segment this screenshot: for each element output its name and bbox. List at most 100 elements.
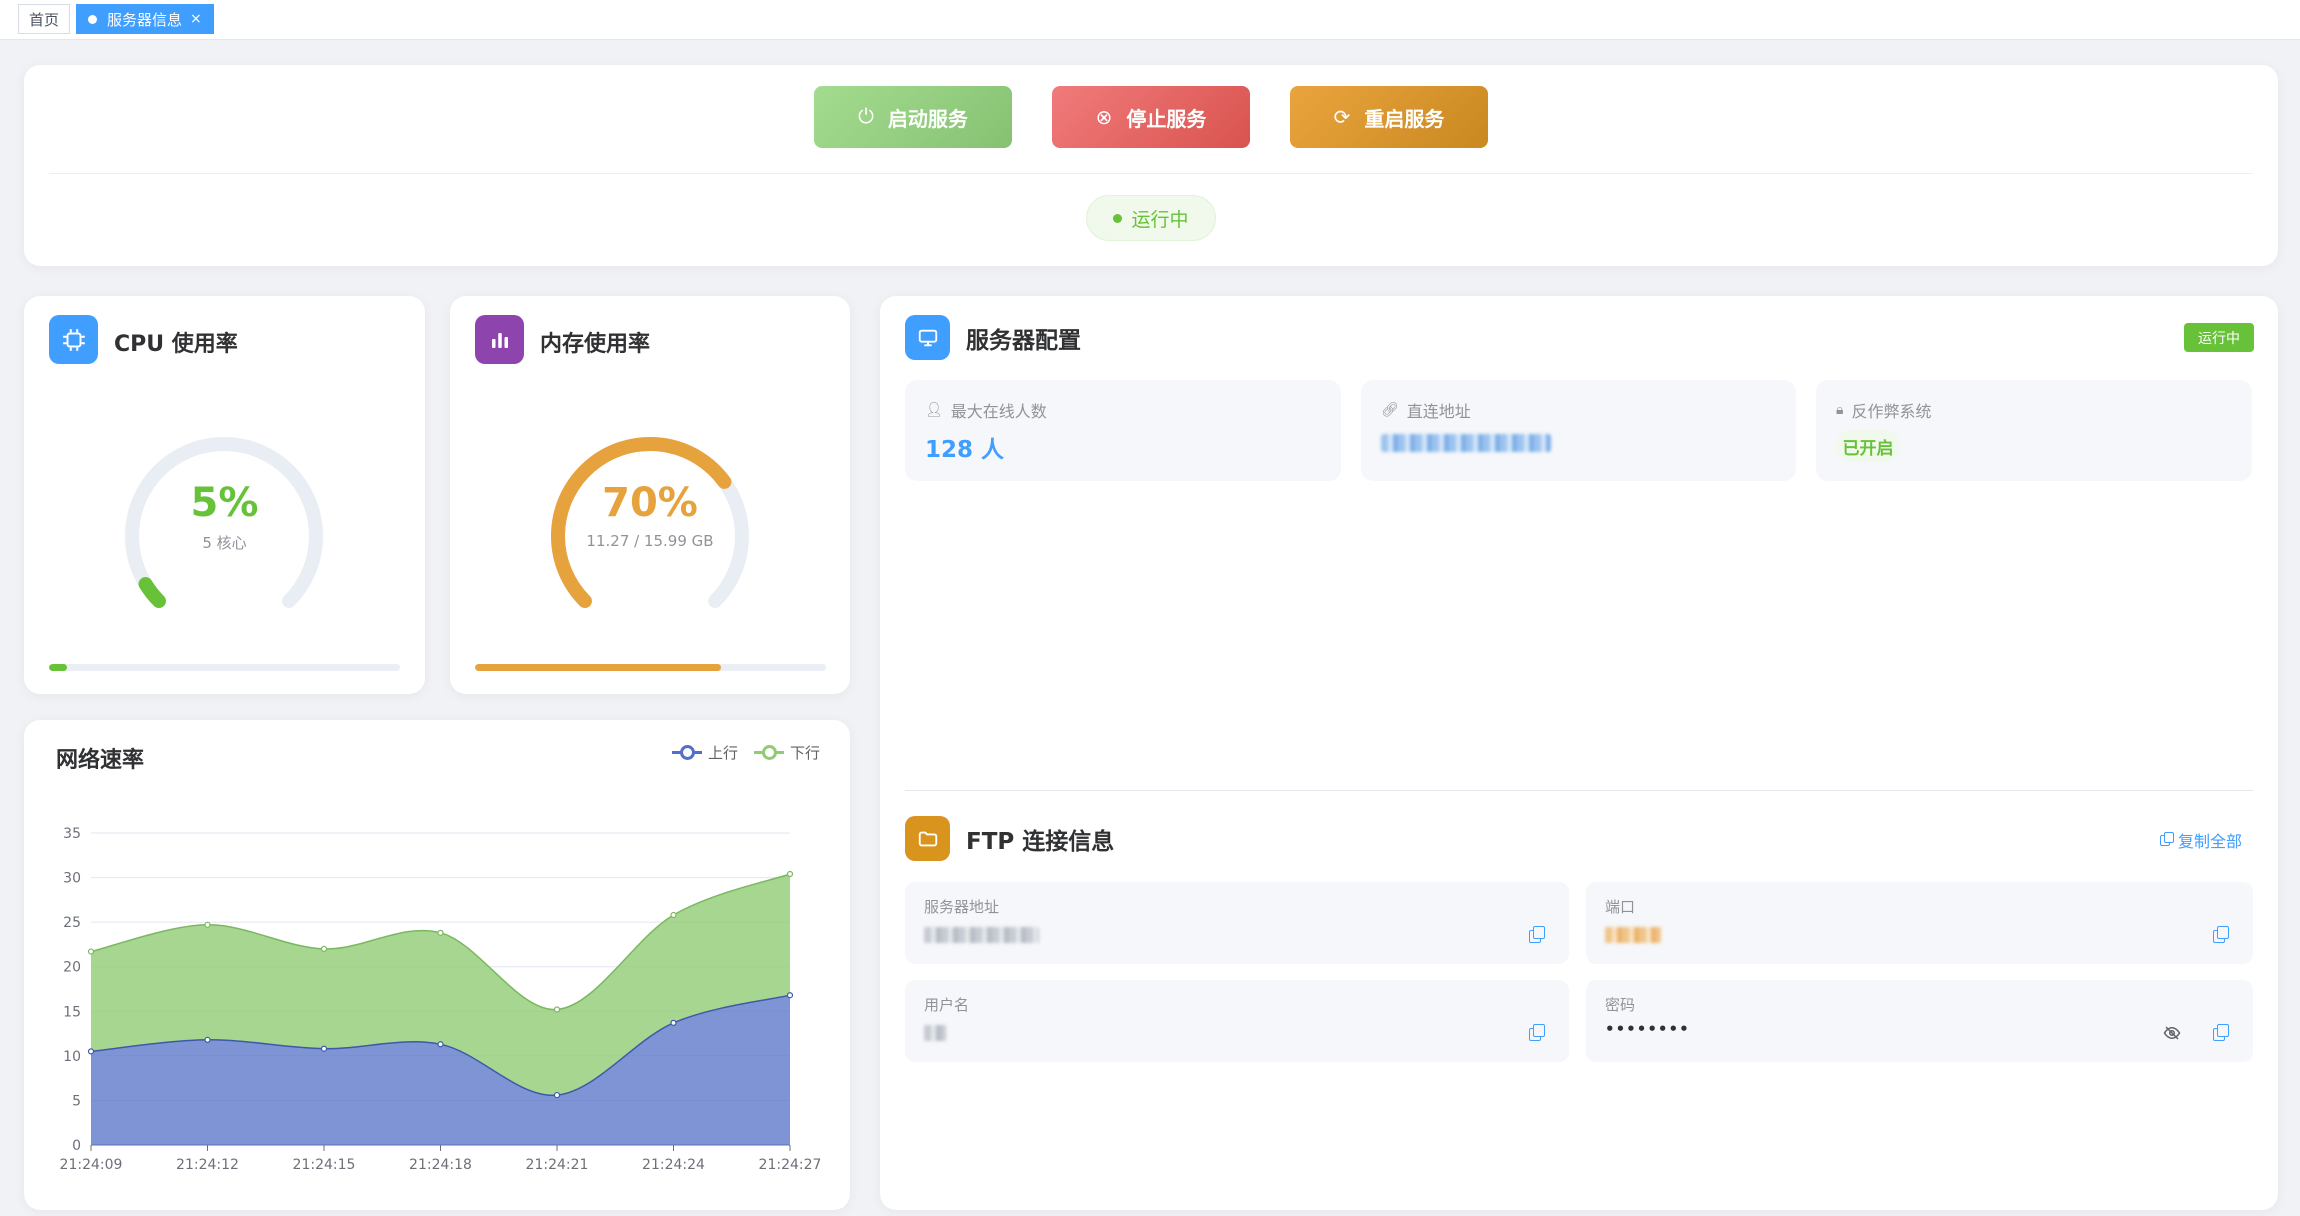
- server-status-badge: 运行中: [2184, 323, 2254, 352]
- service-control-card: ⏻ 启动服务 ⊗ 停止服务 ⟳ 重启服务 运行中: [24, 65, 2278, 266]
- restart-service-button[interactable]: ⟳ 重启服务: [1290, 86, 1488, 148]
- ftp-port-label: 端口: [1605, 898, 1636, 916]
- download-point: [320, 945, 328, 952]
- download-point: [204, 921, 211, 928]
- refresh-icon: ⟳: [1333, 106, 1351, 129]
- direct-address-label: 直连地址: [1406, 402, 1471, 421]
- legend-download[interactable]: 下行: [754, 742, 820, 763]
- stop-service-button[interactable]: ⊗ 停止服务: [1052, 86, 1250, 148]
- ftp-password-box: 密码 ••••••••: [1586, 980, 2253, 1062]
- copy-all-button[interactable]: 复制全部: [2159, 828, 2242, 852]
- max-online-label-row: 👤︎ 最大在线人数: [925, 398, 1047, 422]
- stop-label: 停止服务: [1126, 108, 1207, 131]
- eye-hide-icon[interactable]: [2163, 1024, 2181, 1046]
- x-tick-label: 21:24:27: [759, 1157, 822, 1173]
- memory-value: 70%: [602, 480, 698, 526]
- monitor-icon: [905, 315, 950, 360]
- copy-username-icon[interactable]: [1529, 1024, 1545, 1041]
- ftp-host-value-redacted: [924, 927, 1039, 943]
- tab-server-info[interactable]: 服务器信息 ×: [76, 4, 214, 34]
- x-tick-label: 21:24:21: [526, 1157, 589, 1173]
- anticheat-label-row: 🔒︎ 反作弊系统: [1836, 398, 1931, 422]
- download-point: [87, 948, 95, 955]
- circle-close-icon: ⊗: [1095, 106, 1113, 129]
- max-online-box: 👤︎ 最大在线人数 128 人: [905, 380, 1341, 481]
- y-tick-label: 15: [63, 1004, 81, 1020]
- folder-icon: [905, 816, 950, 861]
- ftp-username-label: 用户名: [924, 996, 970, 1014]
- memory-title: 内存使用率: [540, 332, 651, 357]
- tab-home[interactable]: 首页: [18, 4, 70, 34]
- cpu-progress-fill: [49, 664, 67, 671]
- upload-point: [320, 1045, 328, 1052]
- y-tick-label: 35: [63, 826, 81, 842]
- bar-chart-icon: [475, 315, 524, 364]
- close-icon[interactable]: ×: [190, 11, 202, 27]
- copy-all-label: 复制全部: [2177, 832, 2242, 851]
- direct-address-box: 🔗︎ 直连地址: [1361, 380, 1796, 481]
- ftp-password-label: 密码: [1605, 996, 1636, 1014]
- ftp-username-box: 用户名: [905, 980, 1569, 1062]
- ftp-username-value-redacted: [924, 1025, 946, 1041]
- ftp-host-label: 服务器地址: [924, 898, 1000, 916]
- ftp-password-value: ••••••••: [1605, 1020, 1690, 1038]
- network-title: 网络速率: [56, 748, 145, 773]
- y-tick-label: 10: [63, 1049, 81, 1065]
- start-service-button[interactable]: ⏻ 启动服务: [814, 86, 1012, 148]
- x-tick-label: 21:24:18: [409, 1157, 472, 1173]
- active-dot-icon: [88, 14, 97, 24]
- upload-point: [87, 1048, 95, 1055]
- legend-upload-marker: [672, 745, 702, 760]
- power-icon: ⏻: [858, 105, 874, 128]
- legend-upload-label: 上行: [708, 744, 739, 762]
- anticheat-label: 反作弊系统: [1851, 402, 1932, 421]
- ftp-title: FTP 连接信息: [966, 829, 1115, 855]
- tabs-bar: 首页 服务器信息 ×: [0, 0, 2300, 40]
- download-point: [786, 870, 794, 878]
- memory-progress-fill: [475, 664, 721, 671]
- x-tick-label: 21:24:09: [60, 1157, 123, 1173]
- cpu-title: CPU 使用率: [114, 332, 238, 357]
- copy-icon: [2159, 832, 2176, 848]
- cpu-progress-bar: [49, 664, 400, 671]
- y-tick-label: 25: [63, 915, 81, 931]
- server-config-title: 服务器配置: [966, 328, 1081, 354]
- ftp-port-box: 端口: [1586, 882, 2253, 964]
- server-config-card: 服务器配置 运行中 👤︎ 最大在线人数 128 人 🔗︎ 直连地址 🔒︎ 反作弊系统 …: [880, 296, 2278, 1210]
- direct-address-label-row: 🔗︎ 直连地址: [1381, 398, 1471, 422]
- ftp-port-value-redacted: [1605, 927, 1661, 943]
- memory-usage-card: 内存使用率 70% 11.27 / 15.99 GB: [450, 296, 850, 694]
- download-point: [437, 929, 444, 936]
- upload-point: [204, 1036, 211, 1043]
- x-tick-label: 21:24:12: [176, 1157, 239, 1173]
- copy-password-icon[interactable]: [2213, 1024, 2229, 1041]
- direct-address-value-redacted: [1381, 434, 1551, 452]
- divider: [49, 173, 2253, 174]
- copy-port-icon[interactable]: [2213, 926, 2229, 943]
- y-tick-label: 5: [72, 1093, 81, 1109]
- cpu-usage-card: CPU 使用率 5% 5 核心: [24, 296, 425, 694]
- memory-detail: 11.27 / 15.99 GB: [586, 532, 714, 550]
- cpu-value: 5%: [190, 480, 259, 526]
- status-dot-icon: [1113, 213, 1123, 223]
- legend-upload[interactable]: 上行: [672, 742, 738, 763]
- tab-label: 服务器信息: [107, 10, 183, 29]
- upload-point: [553, 1091, 561, 1099]
- max-online-value: 128 人: [925, 437, 1005, 463]
- start-label: 启动服务: [887, 108, 968, 131]
- cpu-cores: 5 核心: [202, 534, 247, 552]
- y-tick-label: 0: [72, 1138, 81, 1154]
- user-icon: 👤︎: [925, 402, 943, 418]
- legend-download-label: 下行: [790, 744, 821, 762]
- cpu-chip-icon: [49, 315, 98, 364]
- lock-icon: 🔒︎: [1836, 402, 1844, 418]
- status-badge: 运行中: [1086, 195, 1216, 241]
- anticheat-box: 🔒︎ 反作弊系统 已开启: [1816, 380, 2252, 481]
- restart-label: 重启服务: [1364, 108, 1445, 131]
- max-online-label: 最大在线人数: [950, 402, 1047, 421]
- copy-host-icon[interactable]: [1529, 926, 1545, 943]
- y-tick-label: 30: [63, 871, 81, 887]
- ftp-host-box: 服务器地址: [905, 882, 1569, 964]
- download-point: [670, 911, 677, 919]
- x-tick-label: 21:24:15: [293, 1157, 356, 1173]
